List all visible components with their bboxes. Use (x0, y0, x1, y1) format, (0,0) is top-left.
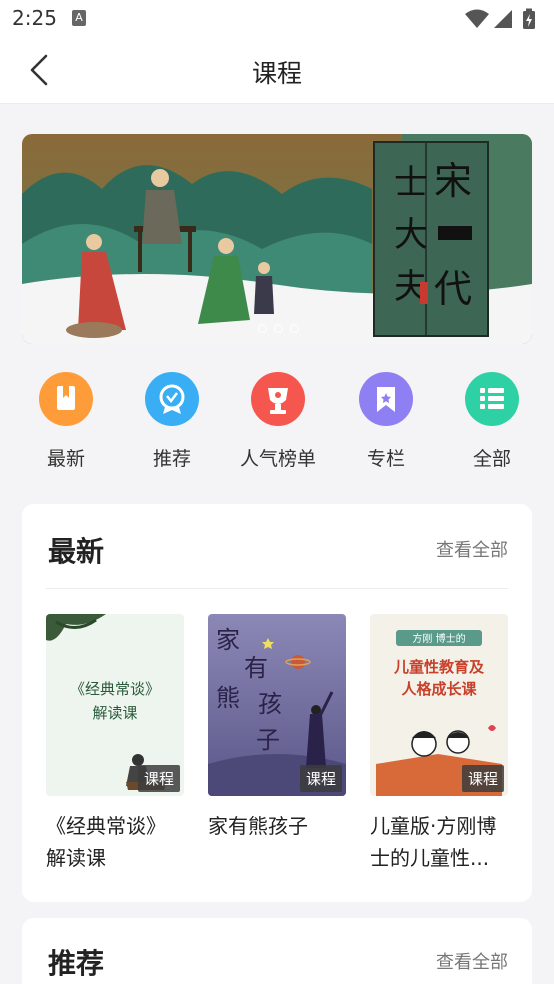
cover-title-line: 儿童性教育及 (393, 658, 485, 676)
quicknav-label: 专栏 (366, 448, 405, 470)
nav-bar: 课程 (0, 36, 554, 104)
page-title: 课程 (251, 59, 302, 88)
course-cover: 《经典常谈》 解读课 课程 (46, 614, 184, 796)
cover-char: 孩 (258, 690, 282, 718)
course-cover: 家 有 熊 孩 子 课程 (208, 614, 346, 796)
banner-carousel[interactable]: 士 大 夫 宋 代 (22, 134, 532, 344)
banner-image: 士 大 夫 宋 代 (22, 134, 532, 344)
recommend-section-card: 推荐 查看全部 (22, 918, 532, 984)
banner-char: 代 (434, 267, 472, 311)
book-icon (39, 372, 93, 426)
wifi-icon (465, 9, 489, 28)
course-tag: 课程 (137, 765, 180, 792)
carousel-dot (258, 324, 267, 333)
course-card[interactable]: 《经典常谈》 解读课 课程 《经典常谈》解读课 (46, 614, 184, 874)
battery-icon (523, 8, 535, 29)
status-time: 2:25 (12, 6, 57, 30)
course-tag: 课程 (299, 765, 342, 792)
banner-char: 宋 (434, 159, 472, 203)
course-tag: 课程 (461, 765, 504, 792)
quicknav-label: 推荐 (152, 448, 191, 470)
cover-subtitle: 方刚 博士的 (412, 632, 465, 645)
course-title: 《经典常谈》解读课 (46, 814, 166, 870)
section-title: 推荐 (48, 947, 105, 980)
carousel-dot (274, 324, 283, 333)
carousel-dot (290, 324, 299, 333)
bookmark-icon (359, 372, 413, 426)
app-notification-icon: A (72, 10, 86, 26)
list-icon (465, 372, 519, 426)
status-icons (464, 8, 544, 30)
quicknav-label: 最新 (46, 448, 85, 470)
banner-char: 大 (394, 215, 428, 255)
cover-title-line: 《经典常谈》 (70, 680, 160, 698)
cover-title-line: 人格成长课 (401, 680, 477, 698)
quicknav-column[interactable]: 专栏 (336, 372, 436, 471)
section-title: 最新 (48, 535, 105, 568)
section-divider (46, 588, 508, 589)
latest-section-card: 最新 查看全部 《经典常谈》 解读课 课程 《经典常谈》解读课 家 有 熊 孩 … (22, 504, 532, 902)
view-all-link[interactable]: 查看全部 (436, 536, 508, 562)
course-card[interactable]: 方刚 博士的 儿童性教育及 人格成长课 课程 儿童版·方刚博士的儿童性... (370, 614, 508, 874)
trophy-icon (251, 372, 305, 426)
quicknav-all[interactable]: 全部 (442, 372, 542, 471)
quicknav-popular[interactable]: 人气榜单 (228, 372, 328, 471)
quicknav-latest[interactable]: 最新 (16, 372, 116, 471)
cover-char: 有 (244, 654, 268, 682)
view-all-link[interactable]: 查看全部 (436, 948, 508, 974)
status-bar: 2:25 A (0, 0, 554, 36)
banner-char: 士 (394, 163, 428, 203)
cellular-icon (494, 10, 512, 28)
cover-char: 家 (216, 626, 240, 654)
course-title: 家有熊孩子 (208, 814, 308, 838)
course-card[interactable]: 家 有 熊 孩 子 课程 家有熊孩子 (208, 614, 346, 842)
carousel-indicator (258, 318, 306, 337)
course-title: 儿童版·方刚博士的儿童性... (370, 814, 497, 870)
badge-icon (145, 372, 199, 426)
cover-char: 熊 (216, 684, 240, 712)
quicknav-recommend[interactable]: 推荐 (122, 372, 222, 471)
course-cover: 方刚 博士的 儿童性教育及 人格成长课 课程 (370, 614, 508, 796)
cover-char: 子 (256, 726, 280, 754)
cover-title-line: 解读课 (92, 704, 137, 722)
quicknav-label: 人气榜单 (239, 448, 316, 470)
quicknav-label: 全部 (472, 448, 511, 470)
category-quick-nav: 最新 推荐 人气榜单 专栏 全部 (0, 372, 554, 482)
